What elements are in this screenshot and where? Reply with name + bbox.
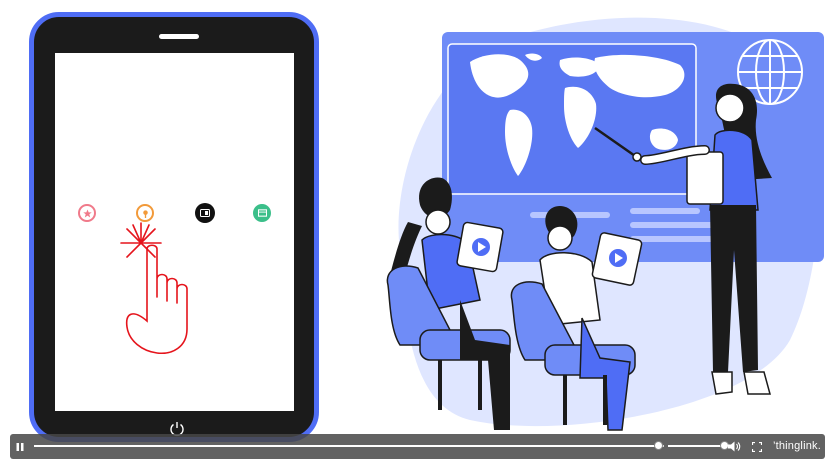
volume-track[interactable] bbox=[668, 445, 728, 447]
progress-fill bbox=[34, 445, 658, 447]
progress-track[interactable] bbox=[34, 445, 664, 447]
volume-button[interactable] bbox=[726, 438, 742, 455]
fullscreen-button[interactable] bbox=[750, 438, 764, 455]
video-control-bar: ’thinglink. bbox=[10, 434, 825, 459]
speaker-icon bbox=[727, 441, 740, 452]
pause-button[interactable] bbox=[13, 438, 27, 455]
hotspot-star-icon[interactable] bbox=[78, 204, 96, 222]
tap-hand-icon bbox=[120, 222, 188, 354]
tablet-speaker bbox=[159, 34, 199, 39]
star-icon bbox=[82, 208, 92, 217]
fullscreen-icon bbox=[752, 441, 762, 452]
video-frame: ’thinglink. bbox=[0, 0, 825, 459]
classroom-illustration bbox=[386, 17, 824, 431]
pause-icon bbox=[16, 442, 24, 451]
panel-icon bbox=[257, 209, 267, 217]
tablet-screen bbox=[55, 53, 294, 411]
tablet-illustration bbox=[29, 12, 319, 442]
hotspot-panel-icon[interactable] bbox=[253, 204, 271, 222]
progress-scrubber[interactable] bbox=[653, 441, 663, 450]
thinglink-brand-link[interactable]: ’thinglink. bbox=[773, 440, 821, 452]
